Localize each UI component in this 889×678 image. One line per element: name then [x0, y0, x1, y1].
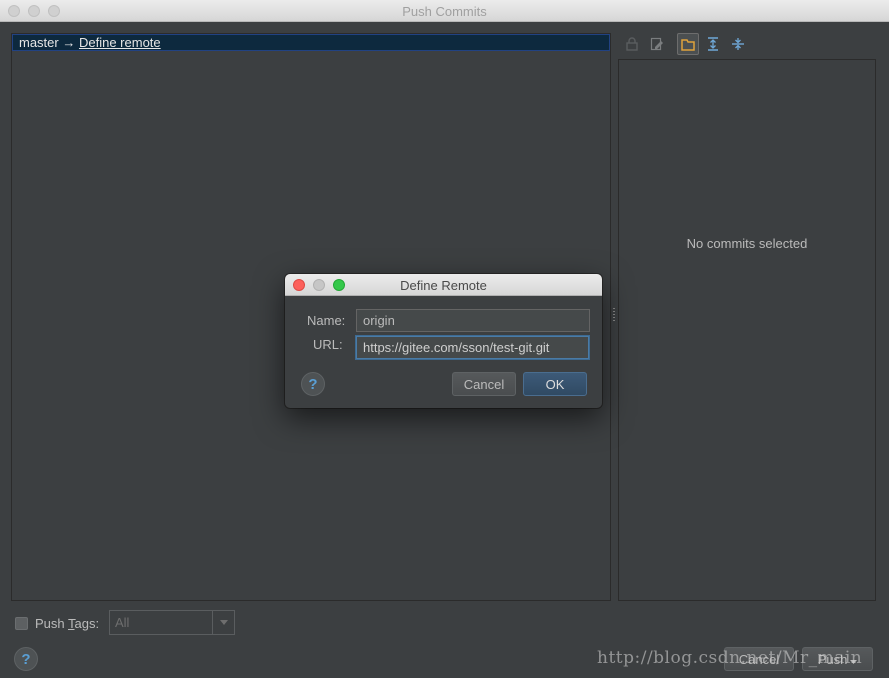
- dialog-titlebar: Define Remote: [285, 274, 602, 296]
- url-input[interactable]: https://gitee.com/sson/test-git.git: [356, 336, 589, 359]
- edit-icon[interactable]: [646, 33, 668, 55]
- tags-dropdown-value: All: [115, 615, 130, 630]
- dialog-help-button[interactable]: ?: [301, 372, 325, 396]
- define-remote-link[interactable]: Define remote: [79, 35, 161, 50]
- window-title: Push Commits: [402, 4, 487, 19]
- window-titlebar: Push Commits: [0, 0, 889, 22]
- expand-all-icon[interactable]: [702, 33, 724, 55]
- commit-details-pane: No commits selected: [618, 59, 876, 601]
- dialog-title: Define Remote: [400, 278, 487, 293]
- dialog-cancel-button[interactable]: Cancel: [452, 372, 516, 396]
- define-remote-dialog: Define Remote Name: origin URL: https://…: [285, 274, 602, 408]
- branch-row[interactable]: master → Define remote: [12, 34, 610, 51]
- no-commits-text: No commits selected: [686, 236, 808, 251]
- dialog-ok-button[interactable]: OK: [523, 372, 587, 396]
- branch-name: master: [19, 35, 59, 50]
- folder-icon[interactable]: [677, 33, 699, 55]
- lock-icon[interactable]: [621, 33, 643, 55]
- push-tags-option[interactable]: Push Tags:: [15, 611, 105, 635]
- chevron-down-icon: [212, 611, 234, 634]
- push-tags-checkbox[interactable]: [15, 616, 28, 630]
- push-tags-label: Push Tags:: [35, 615, 100, 631]
- help-button[interactable]: ?: [14, 647, 38, 671]
- pane-splitter[interactable]: [613, 308, 615, 322]
- name-label: Name:: [307, 313, 346, 328]
- arrow-right-icon: →: [62, 35, 76, 50]
- collapse-all-icon[interactable]: [727, 33, 749, 55]
- tags-dropdown[interactable]: All: [109, 610, 235, 635]
- watermark-text: http://blog.csdn.net/Mr_main: [597, 648, 863, 668]
- url-label: URL:: [313, 337, 343, 352]
- name-input[interactable]: origin: [356, 309, 590, 332]
